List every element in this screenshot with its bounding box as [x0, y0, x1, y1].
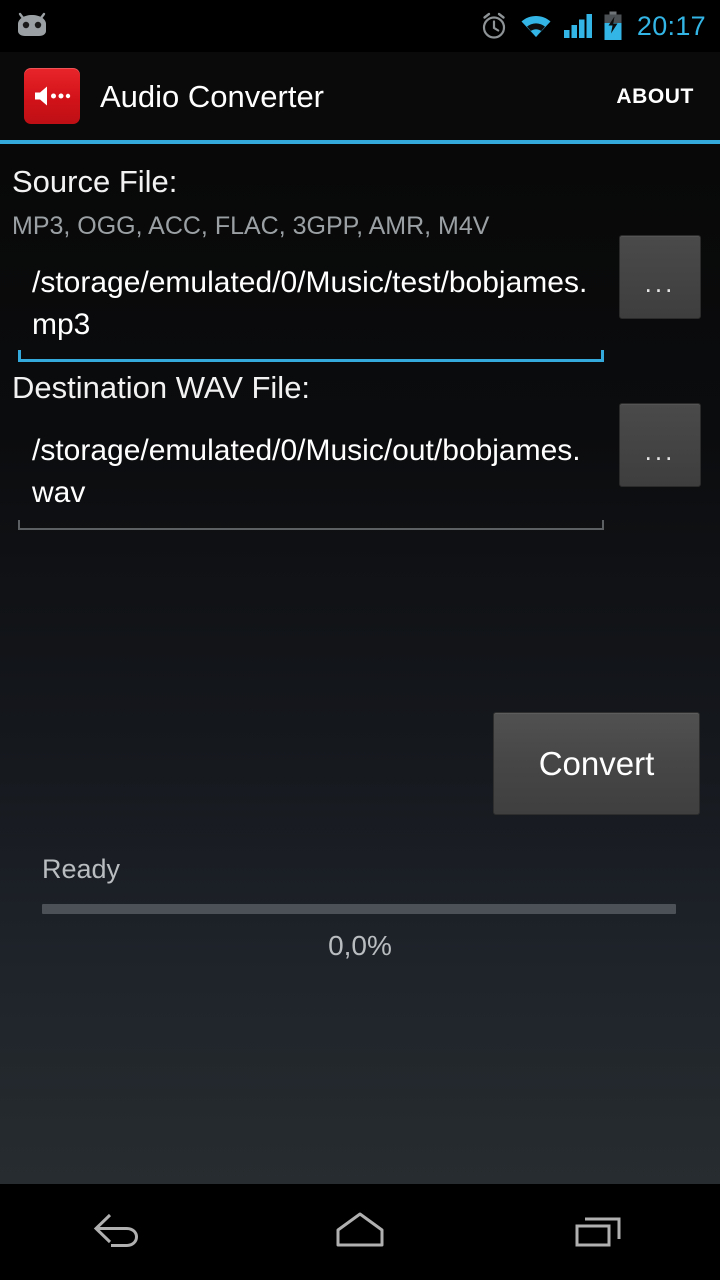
convert-button-label: Convert — [538, 745, 655, 782]
status-bar-clock: 20:17 — [636, 10, 706, 41]
destination-browse-button[interactable]: ... — [619, 403, 701, 487]
nav-back-button[interactable] — [40, 1184, 200, 1280]
battery-charging-icon — [603, 11, 623, 41]
about-button[interactable]: ABOUT — [612, 74, 698, 119]
source-browse-button[interactable]: ... — [619, 235, 701, 319]
app-title: Audio Converter — [100, 78, 325, 114]
supported-formats-hint: MP3, OGG, ACC, FLAC, 3GPP, AMR, M4V — [12, 212, 490, 240]
nav-home-button[interactable] — [280, 1184, 440, 1280]
cellular-signal-icon — [563, 13, 593, 39]
ellipsis-icon: ... — [644, 436, 676, 466]
destination-file-label: Destination WAV File: — [12, 370, 311, 405]
home-icon — [329, 1207, 391, 1258]
back-arrow-icon — [89, 1207, 151, 1258]
android-screen: 20:17 Audio Converter ABOUT Source File:… — [0, 0, 720, 1280]
nav-recents-button[interactable] — [520, 1184, 680, 1280]
source-file-label: Source File: — [12, 164, 178, 199]
destination-file-input[interactable]: /storage/emulated/0/Music/out/bobjames.w… — [18, 424, 604, 522]
audio-converter-app-icon — [24, 68, 80, 124]
wifi-icon — [519, 13, 553, 39]
conversion-progress-percent: 0,0% — [328, 930, 392, 961]
underline-bar — [18, 528, 604, 530]
conversion-status-text: Ready — [42, 854, 121, 884]
source-file-row: /storage/emulated/0/Music/test/bobjames.… — [0, 235, 720, 366]
status-bar: 20:17 — [0, 0, 720, 52]
underline-tick-right — [602, 520, 604, 530]
ellipsis-icon: ... — [644, 268, 676, 298]
status-bar-system-icons: 20:17 — [479, 11, 706, 41]
action-bar: Audio Converter ABOUT — [0, 52, 720, 140]
destination-file-underline — [18, 516, 604, 530]
source-file-input[interactable]: /storage/emulated/0/Music/test/bobjames.… — [18, 256, 604, 354]
destination-file-row: /storage/emulated/0/Music/out/bobjames.w… — [0, 403, 720, 534]
navigation-bar — [0, 1184, 720, 1280]
status-bar-notifications — [14, 12, 50, 40]
main-content: Source File: MP3, OGG, ACC, FLAC, 3GPP, … — [0, 144, 720, 1184]
android-head-icon — [14, 12, 50, 40]
recent-apps-icon — [569, 1207, 631, 1258]
conversion-progress-bar — [42, 904, 676, 914]
source-file-underline — [18, 348, 604, 362]
underline-bar — [18, 359, 604, 362]
alarm-clock-icon — [479, 11, 509, 41]
underline-tick-right — [601, 350, 604, 362]
convert-button[interactable]: Convert — [493, 712, 700, 815]
